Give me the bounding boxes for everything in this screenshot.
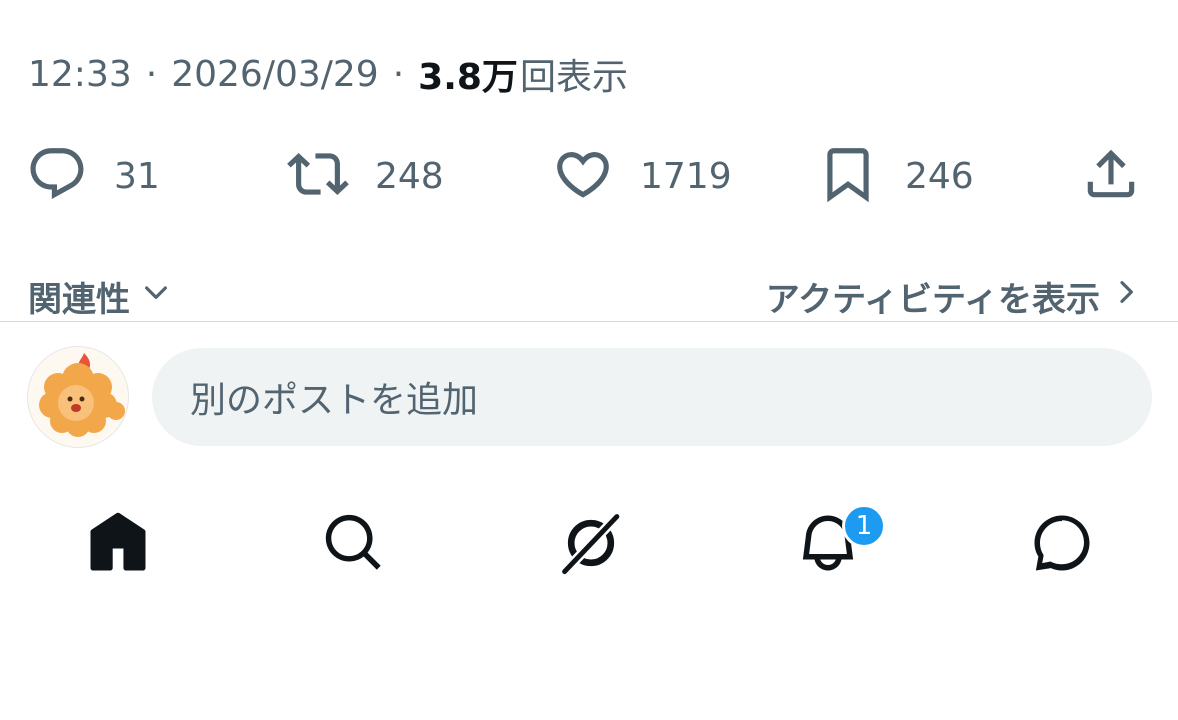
relevance-sort-dropdown[interactable]: 関連性 (28, 270, 172, 322)
notification-badge: 1 (842, 504, 886, 548)
grok-icon (558, 510, 624, 580)
bottom-tab-bar: 1 (0, 500, 1178, 590)
tab-messages[interactable] (1022, 500, 1102, 590)
avatar[interactable] (27, 346, 129, 448)
reply-input[interactable]: 別のポストを追加 (152, 348, 1152, 446)
meta-separator: · (145, 53, 158, 95)
retweet-count: 248 (375, 155, 444, 197)
bookmark-button[interactable]: 246 (817, 140, 974, 212)
messages-icon (1029, 510, 1095, 580)
sort-label: 関連性 (28, 279, 130, 320)
tweet-time: 12:33 (28, 53, 132, 95)
reply-sort-row: 関連性 アクティビティを表示 (28, 270, 1142, 322)
reply-composer: 別のポストを追加 (0, 340, 1178, 452)
activity-link-label: アクティビティを表示 (765, 279, 1100, 320)
chevron-down-icon (130, 276, 172, 317)
action-bar: 31 248 1719 246 (0, 140, 1178, 212)
tab-home[interactable] (78, 500, 158, 590)
view-activity-link[interactable]: アクティビティを表示 (766, 270, 1142, 322)
tab-grok[interactable] (551, 500, 631, 590)
meta-separator: · (392, 53, 405, 95)
like-button[interactable]: 1719 (552, 140, 732, 212)
share-button[interactable] (1080, 140, 1142, 212)
reply-button[interactable]: 31 (26, 140, 160, 212)
reply-input-placeholder: 別のポストを追加 (190, 380, 479, 421)
bookmark-count: 246 (905, 155, 974, 197)
divider (0, 321, 1178, 322)
home-icon (85, 510, 151, 580)
views-count[interactable]: 3.8万 (418, 48, 518, 100)
retweet-button[interactable]: 248 (287, 140, 444, 212)
reply-icon (26, 143, 88, 209)
like-count: 1719 (640, 155, 732, 197)
tweet-date: 2026/03/29 (171, 53, 379, 95)
bookmark-icon (817, 143, 879, 209)
tab-notifications[interactable]: 1 (788, 500, 886, 590)
tab-search[interactable] (314, 500, 394, 590)
retweet-icon (287, 143, 349, 209)
chevron-right-icon (1100, 276, 1142, 317)
views-label[interactable]: 回表示 (520, 48, 628, 100)
reply-count: 31 (114, 155, 160, 197)
share-icon (1080, 143, 1142, 209)
like-icon (552, 143, 614, 209)
tweet-meta: 12:33 · 2026/03/29 · 3.8万 回表示 (28, 48, 628, 100)
search-icon (321, 510, 387, 580)
